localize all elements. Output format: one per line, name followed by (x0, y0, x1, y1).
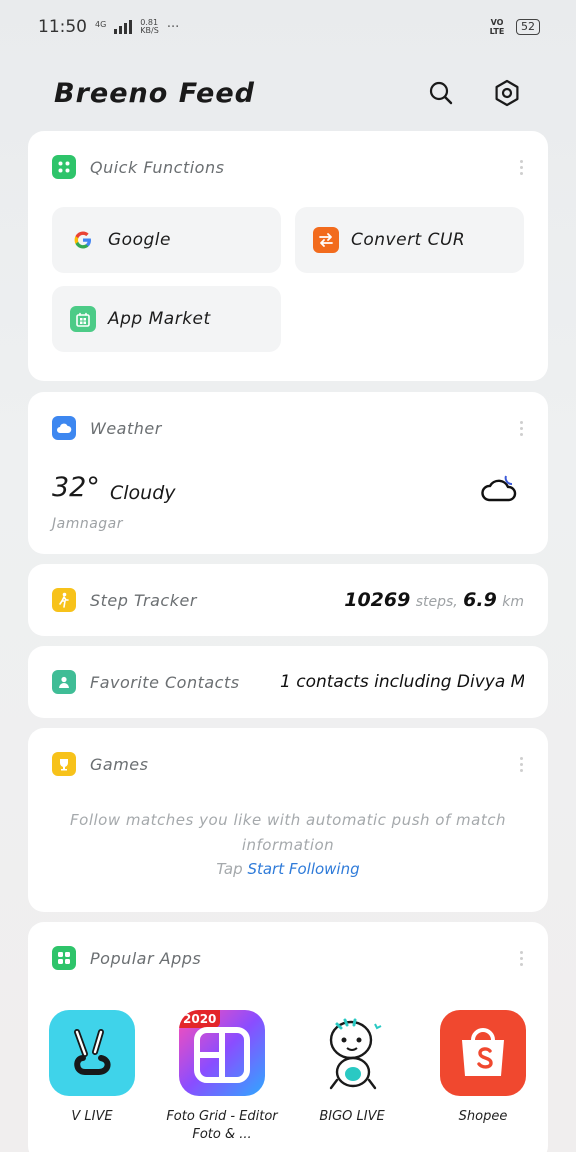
weather-temperature: 32° (52, 472, 100, 503)
page-title: Breeno Feed (54, 77, 255, 109)
step-tracker-card[interactable]: Step Tracker 10269 steps, 6.9 km (28, 564, 548, 636)
quick-function-google[interactable]: Google (52, 207, 281, 273)
app-label: BIGO LIVE (319, 1109, 385, 1124)
card-header: Step Tracker 10269 steps, 6.9 km (28, 564, 548, 636)
vlive-icon (49, 1010, 135, 1096)
quick-functions-icon (52, 155, 76, 179)
bigo-live-icon (309, 1010, 395, 1096)
games-message: Follow matches you like with automatic p… (70, 811, 506, 854)
more-options-icon[interactable] (518, 159, 524, 175)
card-title: Games (90, 754, 149, 774)
google-icon (70, 227, 96, 253)
app-tile-vlive[interactable]: V LIVE (32, 1010, 152, 1126)
app-header: Breeno Feed (0, 66, 576, 120)
battery-icon: 52 (516, 19, 540, 35)
card-header: Games (28, 728, 548, 800)
network-type: 4G (95, 20, 107, 29)
card-header: Weather (28, 392, 548, 464)
app-label: Shopee (458, 1109, 508, 1124)
currency-convert-icon (313, 227, 339, 253)
quick-function-label: App Market (108, 309, 211, 329)
fotogrid-icon: 2020 (179, 1010, 265, 1096)
walking-icon (52, 588, 76, 612)
app-market-icon (70, 306, 96, 332)
card-title: Weather (90, 418, 162, 438)
settings-icon[interactable] (490, 76, 524, 110)
card-title: Favorite Contacts (90, 672, 240, 692)
tap-label: Tap (216, 860, 243, 878)
games-card: Games Follow matches you like with autom… (28, 728, 548, 912)
more-options-icon[interactable] (518, 756, 524, 772)
card-header: Popular Apps (28, 922, 548, 994)
more-notifications-icon: ··· (166, 19, 180, 35)
app-tile-bigo-live[interactable]: BIGO LIVE (292, 1010, 412, 1126)
signal-icon (114, 20, 133, 34)
quick-functions-card: Quick Functions Google Convert CUR App M… (28, 131, 548, 381)
quick-function-label: Convert CUR (351, 230, 466, 250)
card-header: Favorite Contacts 1 contacts including D… (28, 646, 548, 718)
quick-function-convert-cur[interactable]: Convert CUR (295, 207, 524, 273)
contacts-summary: 1 contacts including Divya M... (280, 672, 524, 692)
step-unit: steps, (415, 594, 458, 610)
card-header: Quick Functions (28, 131, 548, 203)
contact-icon (52, 670, 76, 694)
popular-apps-card: Popular Apps V LIVE 2020 Foto Grid - Edi… (28, 922, 548, 1152)
card-title: Popular Apps (90, 948, 202, 968)
volte-icon: VO LTE (489, 18, 505, 36)
quick-function-label: Google (108, 230, 171, 250)
quick-function-app-market[interactable]: App Market (52, 286, 281, 352)
status-bar: 11:50 4G 0.81 KB/S ··· VO LTE 52 (0, 0, 576, 54)
popular-apps-icon (52, 946, 76, 970)
distance-unit: km (502, 594, 524, 610)
status-time: 11:50 (38, 17, 87, 37)
step-summary: 10269 steps, 6.9 km (344, 589, 524, 611)
start-following-link[interactable]: Start Following (247, 860, 359, 878)
trophy-icon (52, 752, 76, 776)
weather-city: Jamnagar (52, 516, 124, 532)
shopee-icon (440, 1010, 526, 1096)
favorite-contacts-card[interactable]: Favorite Contacts 1 contacts including D… (28, 646, 548, 718)
app-tile-shopee[interactable]: Shopee (423, 1010, 543, 1126)
distance-value: 6.9 (463, 589, 497, 611)
weather-condition: Cloudy (110, 482, 176, 504)
cloudy-moon-icon (480, 470, 520, 510)
card-title: Step Tracker (90, 590, 197, 610)
more-options-icon[interactable] (518, 950, 524, 966)
app-tile-fotogrid[interactable]: 2020 Foto Grid - Editor Foto & ... (162, 1010, 282, 1144)
games-follow-prompt: Tap Start Following (28, 860, 548, 878)
weather-card-icon (52, 416, 76, 440)
more-options-icon[interactable] (518, 420, 524, 436)
search-icon[interactable] (424, 76, 458, 110)
card-title: Quick Functions (90, 157, 225, 177)
app-label: V LIVE (71, 1109, 113, 1124)
network-speed: 0.81 KB/S (140, 18, 159, 35)
weather-card[interactable]: Weather 32° Cloudy Jamnagar (28, 392, 548, 554)
step-count: 10269 (344, 589, 411, 611)
app-label: Foto Grid - Editor Foto & ... (166, 1109, 278, 1142)
